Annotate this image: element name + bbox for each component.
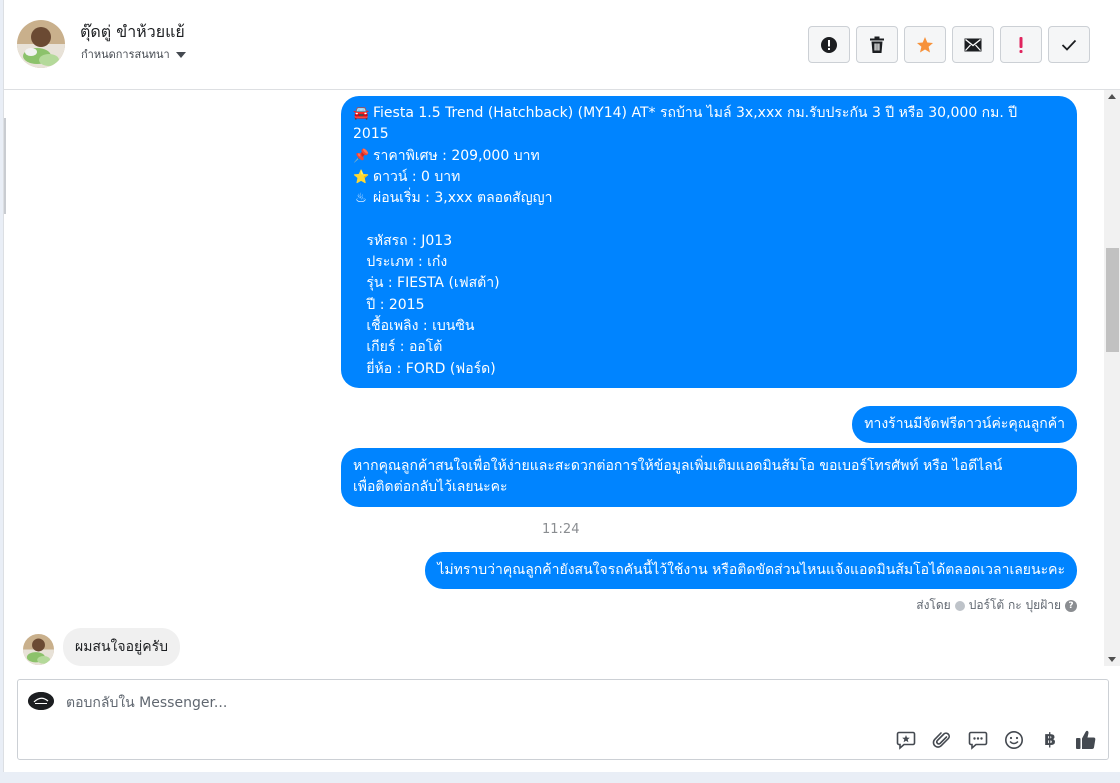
like-icon [1076, 730, 1096, 749]
reply-composer: ฿ [17, 679, 1109, 760]
car-line-11: เชื้อเพลิง : เบนซิน [353, 317, 475, 334]
scrollbar-thumb[interactable] [1106, 248, 1119, 352]
attachment-icon [932, 732, 950, 748]
sent-by-name: ปอร์โต้ กะ ปุยฝ้าย [968, 598, 1061, 612]
car-line-7: รหัสรถ : J013 [353, 232, 453, 249]
mark-done-button[interactable] [1048, 26, 1090, 63]
conversation-panel: ตุ๊ดตู่ ขำห้วยแย้ กำหนดการสนทนา 🚘 Fiesta… [3, 0, 1120, 772]
sent-by-info: ส่งโดย ปอร์โต้ กะ ปุยฝ้าย ? [916, 596, 1077, 615]
reply-input[interactable] [66, 692, 966, 714]
message-bubble-followup[interactable]: ไม่ทราบว่าคุณลูกค้ายังสนใจรถคันนี้ไว้ใช้… [425, 552, 1077, 590]
message-list: 🚘 Fiesta 1.5 Trend (Hatchback) (MY14) AT*… [4, 90, 1104, 666]
car-line-8: ประเภท : เก๋ง [353, 254, 448, 271]
scroll-down-arrow-icon[interactable] [1108, 657, 1116, 662]
car-line-9: รุ่น : FIESTA (เฟสต้า) [353, 275, 500, 292]
chat-bubble-icon [968, 731, 988, 750]
check-icon [1061, 39, 1077, 51]
message-bubble-incoming[interactable]: ผมสนใจอยู่ครับ [63, 628, 180, 666]
message-bubble-free-down[interactable]: ทางร้านมีจัดฟรีดาวน์ค่ะคุณลูกค้า [852, 406, 1077, 444]
envelope-icon [964, 38, 982, 51]
page-avatar [28, 692, 54, 710]
contact-avatar[interactable] [17, 20, 65, 68]
baht-icon: ฿ [1044, 730, 1056, 750]
trash-icon [870, 36, 884, 53]
help-icon[interactable]: ? [1065, 599, 1077, 612]
attach-file-button[interactable] [930, 728, 954, 752]
car-line-12: เกียร์ : ออโต้ [353, 339, 443, 356]
pushpin-icon: 📌 [353, 148, 370, 164]
exclamation-icon [1019, 36, 1023, 53]
like-button[interactable] [1074, 728, 1098, 752]
car-line-5: ♨ ผ่อนเริ่ม : 3,xxx ตลอดสัญญา [353, 188, 1065, 209]
status-dot-icon [954, 600, 965, 611]
contact-name: ตุ๊ดตู่ ขำห้วยแย้ [80, 22, 185, 41]
saved-reply-icon [896, 731, 916, 750]
mark-unread-button[interactable] [952, 26, 994, 63]
emoji-button[interactable] [1002, 728, 1026, 752]
delete-button[interactable] [856, 26, 898, 63]
car-line-3: 📌 ราคาพิเศษ : 209,000 บาท [353, 146, 1065, 167]
car-line-6 [353, 209, 1065, 230]
conversation-header: ตุ๊ดตู่ ขำห้วยแย้ กำหนดการสนทนา [4, 0, 1120, 90]
car-line-2: 2015 [353, 126, 389, 143]
mark-spam-button[interactable] [808, 26, 850, 63]
conversation-actions [808, 26, 1090, 63]
saved-reply-button[interactable] [894, 728, 918, 752]
payment-button[interactable]: ฿ [1038, 728, 1062, 752]
message-bubble-car-details[interactable]: 🚘 Fiesta 1.5 Trend (Hatchback) (MY14) AT*… [341, 96, 1077, 388]
emoji-icon [1005, 731, 1023, 749]
hot-springs-icon: ♨ [355, 191, 367, 207]
scroll-up-arrow-icon[interactable] [1108, 94, 1116, 99]
car-line-1: 🚘 Fiesta 1.5 Trend (Hatchback) (MY14) AT*… [353, 103, 1065, 124]
sender-avatar[interactable] [23, 634, 54, 665]
star-button[interactable] [904, 26, 946, 63]
conversation-label-text: กำหนดการสนทนา [81, 48, 170, 61]
message-bubble-contact-request[interactable]: หากคุณลูกค้าสนใจเพื่อให้ง่ายและสะดวกต่อก… [341, 448, 1077, 507]
quick-replies-button[interactable] [966, 728, 990, 752]
message-scrollbar[interactable] [1104, 90, 1120, 666]
follow-up-button[interactable] [1000, 26, 1042, 63]
message-timestamp: 11:24 [542, 522, 580, 537]
star-icon [917, 36, 933, 52]
composer-toolbar: ฿ [894, 728, 1098, 752]
car-line-13: ยี่ห้อ : FORD (ฟอร์ด) [353, 360, 496, 377]
car-line-10: ปี : 2015 [353, 296, 425, 313]
caret-down-icon [175, 51, 186, 58]
car-icon: 🚘 [353, 106, 370, 121]
star-emoji-icon: ⭐ [353, 169, 370, 185]
alert-circle-icon [821, 36, 837, 53]
conversation-label-dropdown[interactable]: กำหนดการสนทนา [81, 45, 186, 63]
sent-by-prefix: ส่งโดย [916, 598, 951, 612]
car-line-4: ⭐ ดาวน์ : 0 บาท [353, 167, 1065, 188]
